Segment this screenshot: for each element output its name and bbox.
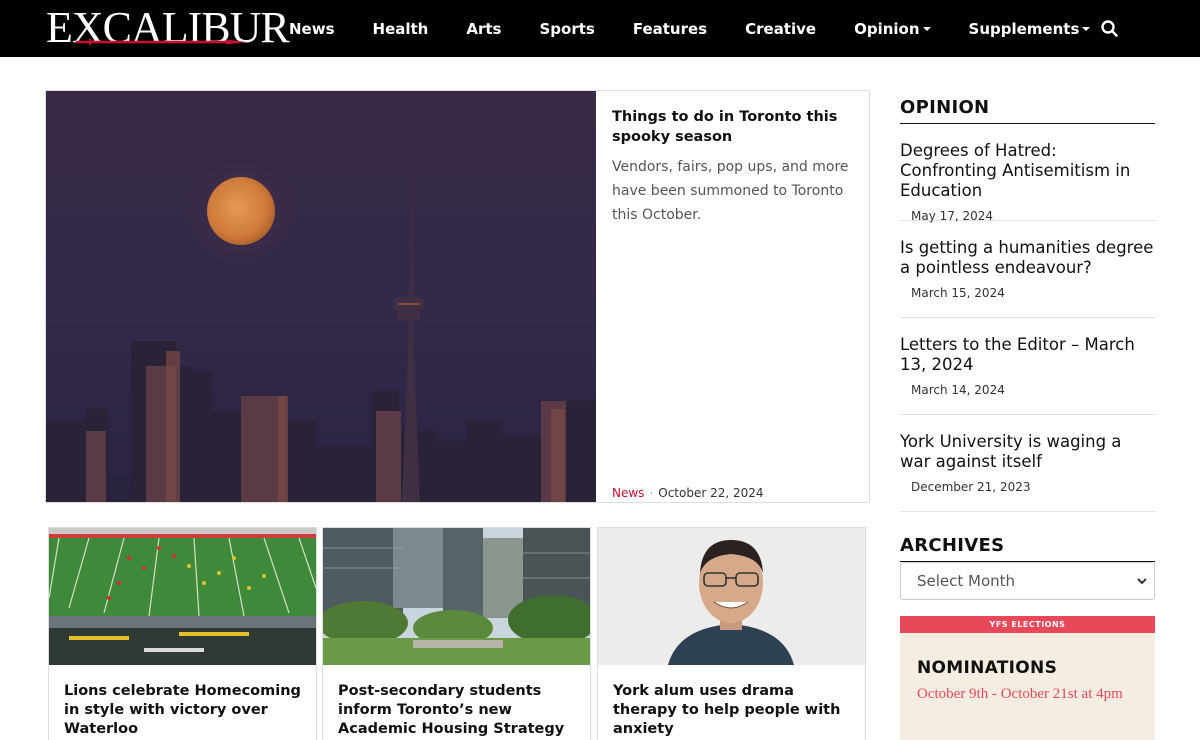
featured-article: Things to do in Toronto this spooky seas… <box>45 90 870 503</box>
feature-body: Things to do in Toronto this spooky seas… <box>612 107 857 227</box>
opinion-date: March 14, 2024 <box>911 383 1005 397</box>
opinion-date: May 17, 2024 <box>911 209 994 223</box>
meta-separator: · <box>649 486 654 500</box>
opinion-headline[interactable]: Degrees of Hatred: Confronting Antisemit… <box>900 141 1156 201</box>
card-headline[interactable]: Lions celebrate Homecoming in style with… <box>64 682 304 739</box>
nav-supplements-dropdown[interactable]: Supplements <box>950 20 1110 38</box>
card-image-portrait[interactable] <box>598 528 865 665</box>
opinion-headline[interactable]: York University is waging a war against … <box>900 432 1156 472</box>
card-headline[interactable]: York alum uses drama therapy to help peo… <box>613 682 853 739</box>
nav-creative[interactable]: Creative <box>726 20 835 38</box>
card-image-football-field[interactable] <box>49 528 316 665</box>
nav-news[interactable]: News <box>270 20 354 38</box>
opinion-list-item: Degrees of Hatred: Confronting Antisemit… <box>900 141 1156 223</box>
excalibur-logo[interactable]: EXCALIBUR <box>46 6 290 50</box>
main-nav: News Health Arts Sports Features Creativ… <box>270 0 1109 57</box>
sword-icon <box>76 39 246 45</box>
archives-heading: ARCHIVES <box>900 535 1155 562</box>
nav-opinion-label: Opinion <box>854 19 920 38</box>
caret-down-icon <box>922 26 931 31</box>
site-header: EXCALIBUR News Health Arts Sports Featur… <box>0 0 1200 57</box>
card-headline[interactable]: Post-secondary students inform Toronto’s… <box>338 682 578 739</box>
feature-excerpt: Vendors, fairs, pop ups, and more have b… <box>612 159 849 223</box>
feature-headline[interactable]: Things to do in Toronto this spooky seas… <box>612 107 857 147</box>
archives-month-select[interactable]: Select Month <box>900 562 1155 600</box>
search-icon[interactable] <box>1100 19 1120 39</box>
chevron-down-icon <box>1137 578 1147 585</box>
feature-meta: News · October 22, 2024 <box>612 486 764 500</box>
opinion-list-item: Is getting a humanities degree a pointle… <box>900 238 1156 318</box>
opinion-list-item: York University is waging a war against … <box>900 432 1156 512</box>
article-card: York alum uses drama therapy to help peo… <box>597 527 866 740</box>
nav-features[interactable]: Features <box>614 20 726 38</box>
category-link[interactable]: News <box>612 486 644 500</box>
opinion-date: March 15, 2024 <box>911 286 1005 300</box>
nav-supplements-label: Supplements <box>968 19 1080 38</box>
ad-title: NOMINATIONS <box>917 658 1058 678</box>
nav-arts[interactable]: Arts <box>447 20 520 38</box>
article-card: Post-secondary students inform Toronto’s… <box>322 527 591 740</box>
card-image-city-park[interactable] <box>323 528 590 665</box>
ad-dates: October 9th - October 21st at 4pm <box>917 686 1123 702</box>
archives-select-value: Select Month <box>917 572 1016 590</box>
nav-health[interactable]: Health <box>354 20 448 38</box>
opinion-date: December 21, 2023 <box>911 480 1031 494</box>
nav-opinion-dropdown[interactable]: Opinion <box>835 20 949 38</box>
opinion-list-item: Letters to the Editor – March 13, 2024 M… <box>900 335 1156 415</box>
opinion-headline[interactable]: Is getting a humanities degree a pointle… <box>900 238 1156 278</box>
article-card: Lions celebrate Homecoming in style with… <box>48 527 317 740</box>
ad-banner-label: YFS ELECTIONS <box>900 616 1155 633</box>
feature-image-toronto-skyline[interactable] <box>46 91 596 502</box>
yfs-elections-ad[interactable]: YFS ELECTIONS NOMINATIONS October 9th - … <box>900 616 1155 740</box>
nav-sports[interactable]: Sports <box>520 20 613 38</box>
opinion-headline[interactable]: Letters to the Editor – March 13, 2024 <box>900 335 1156 375</box>
caret-down-icon <box>1082 26 1091 31</box>
feature-date: October 22, 2024 <box>658 486 764 500</box>
opinion-heading: OPINION <box>900 97 1155 124</box>
